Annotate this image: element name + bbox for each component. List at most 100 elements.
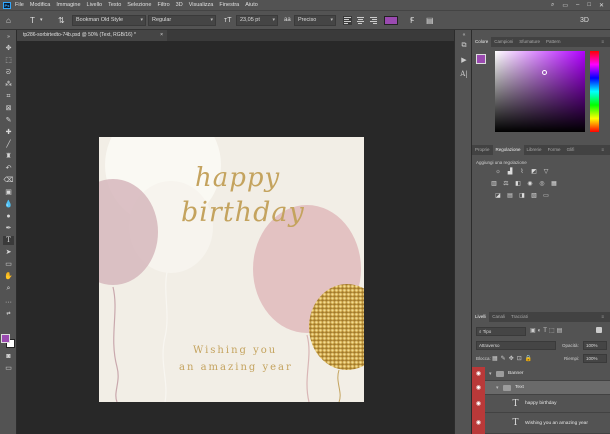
quick-mask-icon[interactable]: ◙ (3, 352, 14, 361)
layer-filter-icons[interactable]: ▣◐T⬚▤ (530, 327, 564, 334)
tab-forme[interactable]: Forme (545, 145, 564, 155)
gradient-tool-icon[interactable]: ▣ (3, 188, 14, 197)
layer-row-happy-birthday[interactable]: ◉ T happy birthday (472, 395, 610, 413)
menu-livello[interactable]: Livello (87, 2, 103, 8)
tab-sfumature[interactable]: Sfumature (516, 37, 543, 47)
menu-aiuto[interactable]: Aiuto (245, 2, 258, 8)
close-icon[interactable]: ✕ (599, 2, 604, 9)
font-size-select[interactable]: 23,05 pt ▾ (236, 15, 278, 26)
brightness-icon[interactable]: ☼ (494, 169, 502, 176)
tab-canali[interactable]: Canali (489, 312, 508, 322)
black-white-icon[interactable]: ◧ (514, 181, 522, 188)
tab-glifi[interactable]: Glifi (564, 145, 578, 155)
crop-tool-icon[interactable]: ⌗ (3, 92, 14, 101)
menu-modifica[interactable]: Modifica (30, 2, 50, 8)
tab-pattern[interactable]: Pattern (543, 37, 564, 47)
collapse-icon[interactable]: « (459, 32, 469, 41)
color-picker-cursor[interactable] (542, 70, 547, 75)
tab-tracciati[interactable]: Tracciati (508, 312, 531, 322)
artboard[interactable]: happy birthday Wishing you an amazing ye… (99, 137, 364, 402)
hue-slider[interactable] (590, 51, 599, 132)
more-tools-icon[interactable]: ··· (3, 298, 14, 307)
clone-stamp-tool-icon[interactable]: ♜ (3, 152, 14, 161)
align-right-button[interactable] (369, 16, 378, 25)
tab-proprieta[interactable]: Proprie (472, 145, 493, 155)
invert-icon[interactable]: ◪ (494, 193, 502, 200)
play-actions-icon[interactable]: ▶ (459, 56, 469, 65)
panel-menu-icon[interactable]: ≡ (598, 37, 607, 47)
character-icon[interactable]: A| (459, 70, 469, 79)
brush-tool-icon[interactable]: ╱ (3, 140, 14, 149)
menu-file[interactable]: File (15, 2, 24, 8)
lasso-tool-icon[interactable]: ᘐ (3, 68, 14, 77)
quick-selection-tool-icon[interactable]: ⁂ (3, 80, 14, 89)
fill-input[interactable]: 100% (583, 354, 607, 363)
vibrance-icon[interactable]: ▽ (542, 169, 550, 176)
dodge-tool-icon[interactable]: ● (3, 212, 14, 221)
home-icon[interactable]: ⌂ (6, 15, 11, 26)
foreground-color-swatch[interactable] (1, 334, 10, 343)
panel-menu-icon[interactable]: ≡ (598, 145, 607, 155)
text-tool-preset-icon[interactable]: T (30, 15, 35, 26)
layer-row-wishing[interactable]: ◉ T Wishing you an amazing year (472, 413, 610, 434)
panel-menu-icon[interactable]: ≡ (598, 312, 607, 322)
color-picker-field[interactable] (495, 51, 585, 132)
tab-colore[interactable]: Colore (472, 37, 492, 47)
exposure-icon[interactable]: ◩ (530, 169, 538, 176)
layer-row-text[interactable]: ◉ ▾ Text (472, 381, 610, 395)
pen-tool-icon[interactable]: ✒ (3, 224, 14, 233)
menu-selezione[interactable]: Selezione (127, 2, 151, 8)
curves-icon[interactable]: ⌇ (518, 169, 526, 176)
gradient-map-icon[interactable]: ▭ (542, 193, 550, 200)
eraser-tool-icon[interactable]: ⌫ (3, 176, 14, 185)
move-tool-icon[interactable]: ✥ (3, 44, 14, 53)
font-family-select[interactable]: Bookman Old Style ▾ (72, 15, 146, 26)
close-tab-icon[interactable]: × (160, 30, 163, 41)
align-center-button[interactable] (356, 16, 365, 25)
marquee-tool-icon[interactable]: ⬚ (3, 56, 14, 65)
document-tab[interactable]: tp286-sorbirtedto-74b.psd @ 50% (Text, R… (17, 30, 167, 41)
chevron-down-icon[interactable]: ▾ (40, 15, 43, 26)
type-tool-icon[interactable]: T (3, 236, 14, 245)
antialias-select[interactable]: Preciso ▾ (294, 15, 336, 26)
chevron-down-icon[interactable]: ▾ (496, 381, 499, 395)
blend-mode-select[interactable]: Attraverso (476, 341, 556, 350)
frame-tool-icon[interactable]: ⊠ (3, 104, 14, 113)
visibility-eye-icon[interactable]: ◉ (472, 367, 485, 381)
text-orientation-icon[interactable]: ⇅ (58, 15, 65, 26)
tab-regolazione[interactable]: Regolazione (492, 145, 524, 155)
minimize-icon[interactable]: – (576, 2, 579, 9)
collapse-icon[interactable]: » (3, 33, 14, 42)
menu-finestra[interactable]: Finestra (219, 2, 239, 8)
layer-filter-select[interactable]: ⌕ Tipo (476, 327, 526, 336)
threshold-icon[interactable]: ◨ (518, 193, 526, 200)
font-style-select[interactable]: Regular ▾ (148, 15, 216, 26)
swap-colors-icon[interactable]: ⇄ (3, 310, 14, 319)
color-lookup-icon[interactable]: ▦ (550, 181, 558, 188)
workspace-icon[interactable]: ▭ (562, 2, 568, 9)
path-selection-tool-icon[interactable]: ➤ (3, 248, 14, 257)
3d-icon[interactable]: 3D (580, 15, 589, 26)
zoom-tool-icon[interactable]: ⌕ (3, 284, 14, 293)
visibility-eye-icon[interactable]: ◉ (472, 395, 485, 413)
channel-mixer-icon[interactable]: ◎ (538, 181, 546, 188)
tab-livelli[interactable]: Livelli (472, 312, 490, 322)
visibility-eye-icon[interactable]: ◉ (472, 413, 485, 434)
rectangle-tool-icon[interactable]: ▭ (3, 260, 14, 269)
hand-tool-icon[interactable]: ✋ (3, 272, 14, 281)
text-color-swatch[interactable] (384, 16, 398, 25)
selective-color-icon[interactable]: ▧ (530, 193, 538, 200)
healing-brush-tool-icon[interactable]: ✚ (3, 128, 14, 137)
menu-visualizza[interactable]: Visualizza (189, 2, 214, 8)
warp-text-icon[interactable]: Ꞙ (410, 15, 414, 26)
visibility-eye-icon[interactable]: ◉ (472, 381, 485, 395)
screen-mode-icon[interactable]: ▭ (3, 364, 14, 373)
character-panel-icon[interactable]: ▤ (426, 15, 434, 26)
posterize-icon[interactable]: ▤ (506, 193, 514, 200)
eyedropper-tool-icon[interactable]: ✎ (3, 116, 14, 125)
color-balance-icon[interactable]: ⚖ (502, 181, 510, 188)
maximize-icon[interactable]: □ (587, 2, 591, 9)
align-left-button[interactable] (343, 16, 352, 25)
history-brush-tool-icon[interactable]: ↶ (3, 164, 14, 173)
menu-testo[interactable]: Testo (108, 2, 121, 8)
